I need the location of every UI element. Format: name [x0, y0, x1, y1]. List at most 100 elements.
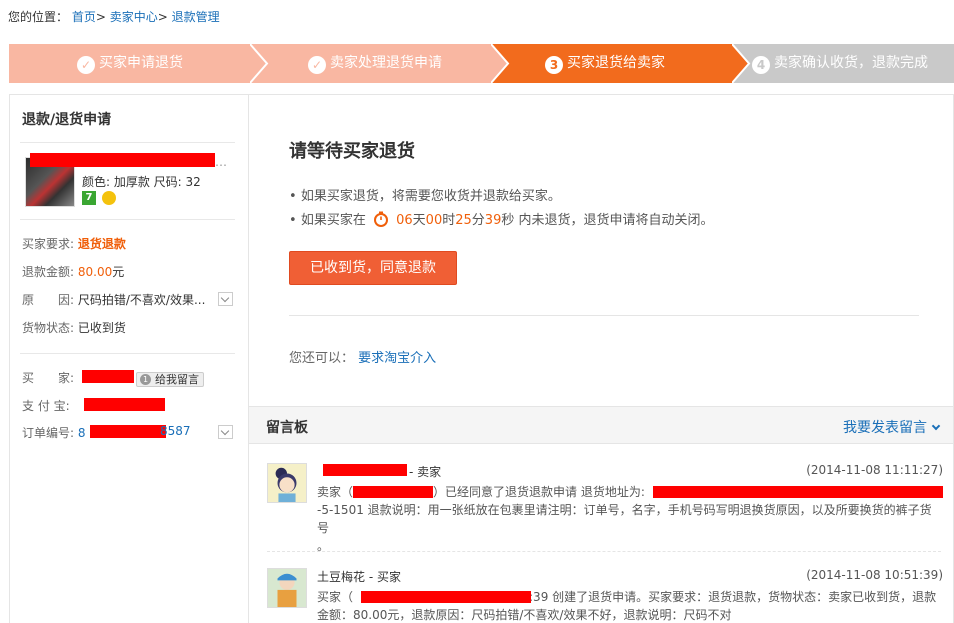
bullet-dot: • [289, 189, 301, 204]
message-author: - 卖家 [409, 465, 442, 479]
order-expand-chevron-icon[interactable] [218, 425, 233, 439]
sidebar-title: 退款/退货申请 [22, 112, 112, 128]
breadcrumb-refund-link[interactable]: 退款管理 [172, 10, 220, 24]
order-number-prefix[interactable]: 8 [78, 426, 86, 440]
info-bullet-1-text: 如果买家退货，将需要您收货并退款给买家。 [300, 189, 561, 204]
countdown-hours-unit: 时 [442, 213, 456, 228]
amount-label: 退款金额: [22, 265, 75, 279]
message-author: 土豆梅花 - 买家 [317, 570, 401, 584]
step-label: 买家申请退货 [99, 55, 183, 71]
step-label: 卖家确认收货，退款完成 [774, 55, 928, 71]
countdown-days: 06 [396, 213, 413, 228]
breadcrumb-home-link[interactable]: 首页 [72, 10, 96, 24]
refund-sidebar: 退款/退货申请 … 颜色: 加厚款 尺码: 32 7 买家要求: 退货退款 退款… [9, 94, 248, 623]
product-spec: 颜色: 加厚款 尺码: 32 [82, 175, 201, 189]
divider [289, 315, 919, 316]
status-title: 请等待买家退货 [289, 141, 415, 162]
alipay-row: 支 付 宝: [22, 397, 70, 414]
breadcrumb-seller-center-link[interactable]: 卖家中心 [110, 10, 158, 24]
message-time: (2014-11-08 10:51:39) [806, 568, 943, 582]
request-label: 买家要求: [22, 237, 75, 251]
reason-expand-chevron-icon[interactable] [218, 292, 233, 306]
buyer-row: 买 家: [22, 369, 74, 386]
countdown-hours: 00 [425, 213, 443, 228]
message-time: (2014-11-08 11:11:27) [806, 463, 943, 477]
divider [20, 142, 235, 143]
breadcrumb-prefix: 您的位置： [8, 10, 69, 24]
avatar [267, 463, 307, 503]
reason-row: 原 因: 尺码拍错/不喜欢/效果... [22, 291, 205, 308]
step-label: 卖家处理退货申请 [330, 55, 442, 71]
message-icon: 1 [140, 374, 151, 385]
countdown-days-unit: 天 [412, 213, 426, 228]
countdown-seconds: 39 [484, 213, 502, 228]
countdown-minutes: 25 [455, 213, 472, 228]
message-item: - 卖家 (2014-11-08 11:11:27) 卖家（ ）已经同意了退货退款… [267, 463, 943, 553]
step-buyer-apply: ✓ 买家申请退货 [9, 44, 269, 83]
amount-row: 退款金额: 80.00元 [22, 263, 124, 280]
message-item: 土豆梅花 - 买家 (2014-11-08 10:51:39) 买家（ :39 创… [267, 568, 943, 623]
leave-message-label: 给我留言 [155, 373, 199, 386]
message-line-mid: :39 创建了退货申请。买家要求：退货退款，货物状态：卖家已收到货，退款 [529, 590, 937, 604]
timer-icon [373, 211, 388, 227]
step-seller-process: ✓ 卖家处理退货申请 [250, 44, 508, 83]
info-bullet-2: • 如果买家在 06天00时25分39秒 内未退货，退货申请将自动关闭。 [289, 209, 714, 228]
goods-status-row: 货物状态: 已收到货 [22, 319, 126, 336]
info-bullet-1: • 如果买家退货，将需要您收货并退款给买家。 [289, 185, 561, 204]
message-line: -5-1501 退款说明：用一张纸放在包裹里请注明：订单号，名字，手机号码写明退… [317, 503, 932, 535]
redaction-bar [653, 486, 943, 498]
countdown-seconds-unit: 秒 [501, 213, 515, 228]
alternative-label: 您还可以： [289, 351, 355, 366]
redaction-bar [30, 153, 215, 167]
message-board-title: 留言板 [266, 420, 308, 436]
check-icon: ✓ [77, 56, 95, 74]
amount-unit: 元 [112, 265, 125, 279]
message-board-header: 留言板 我要发表留言 [249, 406, 953, 444]
ellipsis: … [215, 155, 227, 169]
message-line: 金额：80.00元，退款原因：尺码拍错/不喜欢/效果不好，退款说明：尺码不对 [317, 608, 732, 622]
message-body: 买家（:39 创建了退货申请。买家要求：退货退款，货物状态：卖家已收到货，退款 … [317, 588, 943, 623]
redaction-bar [323, 464, 407, 476]
step-seller-confirm: 4 卖家确认收货，退款完成 [732, 44, 954, 83]
refund-main-panel: 请等待买家退货 • 如果买家退货，将需要您收货并退款给买家。 • 如果买家在 0… [248, 94, 954, 623]
post-message-label: 我要发表留言 [843, 420, 927, 436]
message-line-prefix: 买家（ [317, 590, 354, 604]
reason-label: 原 因: [22, 293, 75, 307]
goods-status-label: 货物状态: [22, 321, 75, 335]
message-line-mid: ）已经同意了退货退款申请 退货地址为: [433, 485, 645, 499]
step-buyer-return: 3 买家退货给卖家 [491, 44, 749, 83]
chevron-down-icon [931, 421, 941, 431]
reason-value: 尺码拍错/不喜欢/效果... [77, 293, 206, 307]
buyer-label: 买 家: [22, 371, 75, 385]
divider [20, 353, 235, 354]
check-icon: ✓ [308, 56, 326, 74]
request-taobao-intervention-link[interactable]: 要求淘宝介入 [358, 351, 436, 366]
message-line: 。 [317, 539, 330, 553]
step-label: 买家退货给卖家 [567, 55, 665, 71]
confirm-received-refund-button[interactable]: 已收到货，同意退款 [289, 251, 457, 285]
redaction-bar [84, 398, 165, 411]
breadcrumb: 您的位置： 首页> 卖家中心> 退款管理 [8, 10, 220, 24]
order-row: 订单编号: 8 [22, 424, 86, 441]
info-bullet-2-suffix: 内未退货，退货申请将自动关闭。 [514, 213, 714, 228]
bullet-dot: • [289, 213, 301, 228]
amount-value: 80.00 [77, 265, 113, 279]
post-message-link[interactable]: 我要发表留言 [843, 417, 941, 437]
progress-steps: ✓ 买家申请退货 ✓ 卖家处理退货申请 3 买家退货给卖家 4 卖家确认收货，退款完成 [9, 44, 954, 83]
flower-badge-icon [102, 191, 116, 205]
badge-seven-day-icon: 7 [82, 191, 96, 205]
divider [267, 551, 941, 552]
message-line-prefix: 卖家（ [317, 485, 354, 499]
divider [20, 219, 235, 220]
redaction-bar [90, 425, 166, 438]
leave-message-button[interactable]: 1 给我留言 [136, 372, 204, 387]
request-row: 买家要求: 退货退款 [22, 235, 126, 252]
order-number-suffix[interactable]: 8587 [160, 424, 191, 438]
redaction-bar [361, 591, 531, 603]
avatar [267, 568, 307, 608]
alternative-actions: 您还可以： 要求淘宝介入 [289, 347, 436, 366]
request-value: 退货退款 [77, 237, 126, 251]
countdown-minutes-unit: 分 [471, 213, 485, 228]
alipay-label: 支 付 宝: [22, 399, 70, 413]
order-label: 订单编号: [22, 426, 75, 440]
